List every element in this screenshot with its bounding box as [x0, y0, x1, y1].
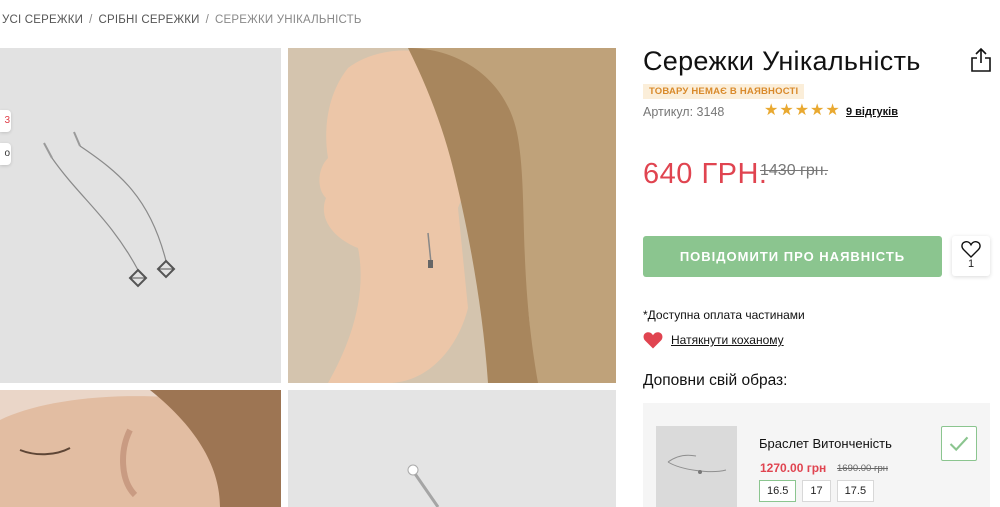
recommended-item-old-price: 1690.00 грн [837, 463, 888, 474]
recommended-item-card: Браслет Витонченість 1270.00 грн 1690.00… [643, 403, 990, 507]
breadcrumb-all-earrings[interactable]: УСІ СЕРЕЖКИ [2, 14, 83, 26]
rating-stars: ★ ★ ★ ★ ★ [764, 103, 840, 119]
size-selector: 16.5 17 17.5 [759, 480, 875, 502]
heart-icon [643, 332, 663, 349]
heart-outline-icon [961, 241, 981, 258]
installment-note: *Доступна оплата частинами [643, 308, 805, 322]
size-option-17-5[interactable]: 17.5 [836, 480, 875, 502]
recommended-item-price: 1270.00 грн [760, 461, 827, 475]
size-option-17[interactable]: 17 [802, 480, 831, 502]
stock-status-badge: ТОВАРУ НЕМАЄ В НАЯВНОСТІ [643, 84, 805, 99]
product-title: Сережки Унікальність [643, 46, 921, 76]
product-photo-model-profile[interactable] [288, 48, 616, 383]
notify-availability-button[interactable]: ПОВІДОМИТИ ПРО НАЯВНІСТЬ [643, 236, 942, 277]
product-photo-earring-detail[interactable] [288, 390, 616, 507]
gallery-badge: о [0, 143, 11, 165]
hint-to-loved-one-link[interactable]: Натякнути коханому [671, 333, 784, 347]
share-icon[interactable] [970, 47, 992, 73]
recommended-item-name[interactable]: Браслет Витонченість [759, 436, 892, 451]
breadcrumb-separator: / [205, 14, 210, 26]
star-icon: ★ [779, 102, 794, 119]
breadcrumb: УСІ СЕРЕЖКИ / СРІБНІ СЕРЕЖКИ / СЕРЕЖКИ У… [2, 14, 362, 26]
star-icon: ★ [794, 102, 810, 119]
star-icon: ★ [764, 102, 779, 119]
checkmark-icon [949, 436, 969, 452]
star-icon: ★ [810, 102, 825, 119]
add-to-look-checkbox[interactable] [941, 426, 977, 461]
reviews-link[interactable]: 9 відгуків [846, 106, 898, 118]
recommended-item-image[interactable] [656, 426, 737, 507]
hint-row: Натякнути коханому [643, 331, 784, 349]
product-photo-earrings[interactable] [0, 48, 281, 383]
product-gallery: 3 о [0, 48, 616, 507]
wishlist-button[interactable]: 1 [952, 236, 990, 276]
size-option-16-5[interactable]: 16.5 [759, 480, 797, 502]
product-price: 640 ГРН. [643, 158, 768, 190]
product-info: Сережки Унікальність ТОВАРУ НЕМАЄ В НАЯВ… [643, 0, 1000, 507]
breadcrumb-separator: / [89, 14, 93, 26]
product-sku: Артикул: 3148 [643, 105, 725, 119]
wishlist-count: 1 [967, 258, 975, 270]
breadcrumb-current: СЕРЕЖКИ УНІКАЛЬНІСТЬ [215, 14, 362, 26]
product-old-price: 1430 грн. [760, 162, 829, 179]
breadcrumb-silver-earrings[interactable]: СРІБНІ СЕРЕЖКИ [99, 14, 200, 26]
complete-look-title: Доповни свій образ: [643, 372, 788, 389]
product-photo-model-closeup[interactable] [0, 390, 281, 507]
gallery-badge: 3 [0, 110, 11, 132]
star-icon: ★ [825, 102, 840, 119]
